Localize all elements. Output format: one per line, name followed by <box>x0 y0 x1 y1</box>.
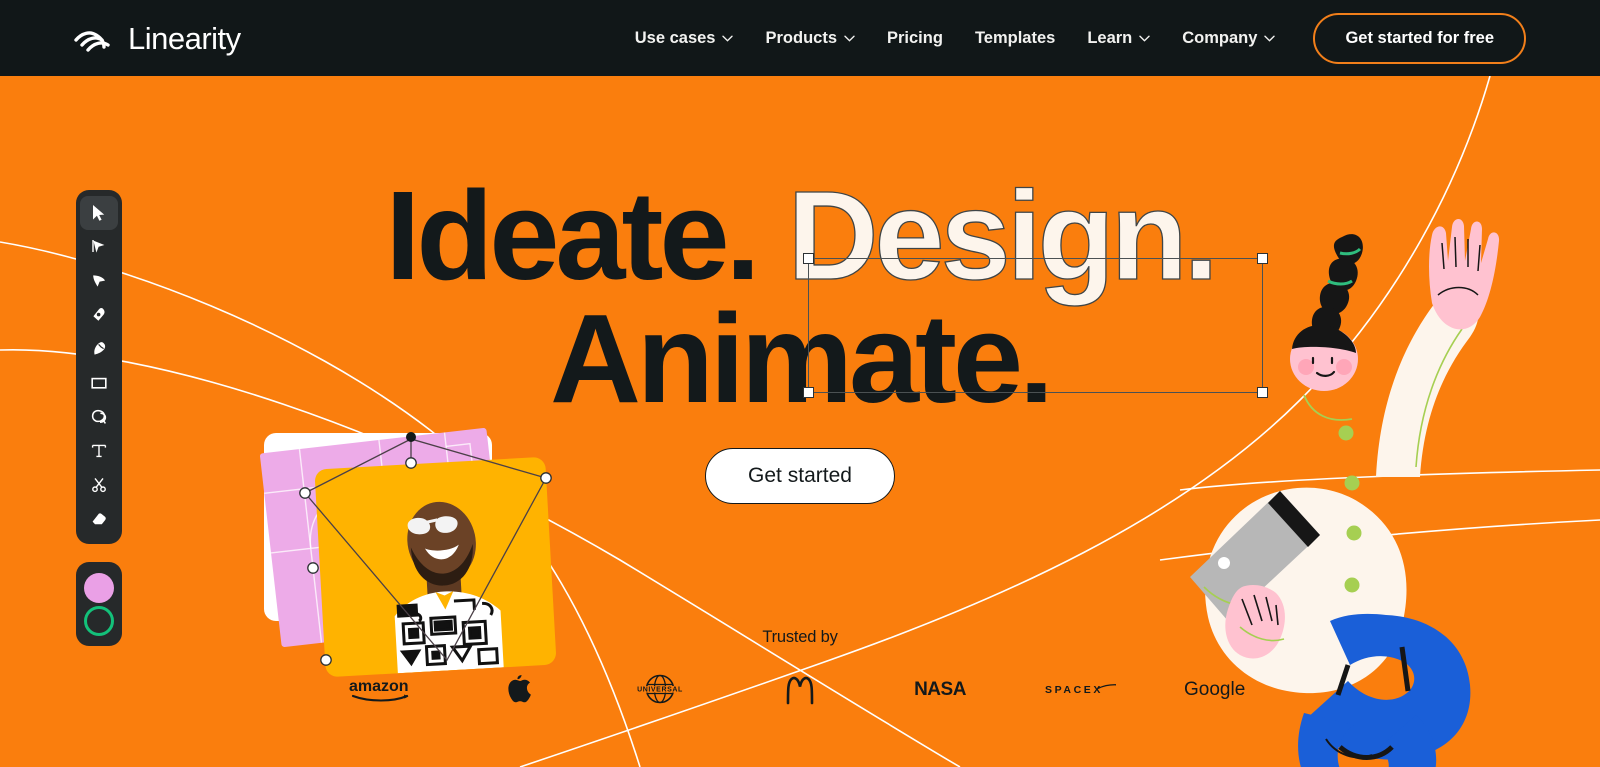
color-swatches <box>76 562 122 646</box>
headline-word-ideate: Ideate. <box>385 165 760 306</box>
stroke-color-swatch[interactable] <box>84 605 114 636</box>
pencil-icon <box>94 342 106 355</box>
page-root: Linearity Use cases Products Pricing Tem… <box>0 0 1600 767</box>
nav-links: Use cases Products Pricing Templates Lea… <box>619 21 1292 56</box>
logo-spacex: SPACEX <box>1010 669 1150 709</box>
eraser-tool[interactable] <box>80 502 118 536</box>
nav-item-label: Learn <box>1087 28 1133 47</box>
pen-tool[interactable] <box>80 298 118 332</box>
nav-item-templates[interactable]: Templates <box>959 21 1071 56</box>
nav-item-label: Products <box>765 28 837 47</box>
node-arrow-icon <box>92 240 105 253</box>
pencil-tool[interactable] <box>80 332 118 366</box>
nav-item-company[interactable]: Company <box>1166 21 1291 56</box>
person-with-tablet-illustration <box>1190 218 1500 767</box>
brand-logo[interactable]: Linearity <box>74 23 241 54</box>
nasa-worm-logo-icon: NASA <box>914 679 967 700</box>
eraser-icon <box>92 513 106 525</box>
chevron-down-icon <box>844 35 855 42</box>
fill-color-swatch[interactable] <box>84 572 114 603</box>
get-started-for-free-button[interactable]: Get started for free <box>1313 12 1526 64</box>
svg-text:SPACEX: SPACEX <box>1045 684 1103 696</box>
svg-text:NASA: NASA <box>914 679 967 700</box>
pen-nib-icon <box>93 308 105 321</box>
chevron-down-icon <box>722 35 734 42</box>
top-navigation-bar: Linearity Use cases Products Pricing Tem… <box>0 0 1600 76</box>
node-tool[interactable] <box>80 230 118 264</box>
nav-item-learn[interactable]: Learn <box>1071 21 1166 56</box>
rectangle-tool[interactable] <box>80 366 118 400</box>
vector-brush-icon <box>93 275 105 287</box>
nav-item-label: Use cases <box>634 28 716 47</box>
nav-item-label: Pricing <box>887 28 943 47</box>
scissors-tool[interactable] <box>80 468 118 502</box>
canvas-card-stack <box>250 420 580 690</box>
shape-blob-icon <box>91 409 107 424</box>
chevron-down-icon <box>1139 35 1150 42</box>
rectangle-icon <box>91 377 107 389</box>
mcdonalds-arches-icon <box>786 676 814 705</box>
vector-brush-tool[interactable] <box>80 264 118 298</box>
nav-item-pricing[interactable]: Pricing <box>871 21 959 56</box>
headline-word-design: Design. <box>787 165 1219 306</box>
nav-item-label: Company <box>1182 28 1258 47</box>
hero-get-started-button[interactable]: Get started <box>705 448 895 504</box>
yellow-photo-card[interactable] <box>314 456 557 678</box>
logo-mcdonalds <box>730 669 870 709</box>
shape-tool[interactable] <box>80 400 118 434</box>
brand-name: Linearity <box>128 20 241 56</box>
scissors-icon <box>92 477 106 493</box>
editor-toolbar <box>76 190 122 544</box>
text-tool[interactable] <box>80 434 118 468</box>
logo-universal: UNIVERSAL <box>590 669 730 709</box>
universal-logo-icon: UNIVERSAL <box>637 674 683 704</box>
person-photo <box>394 501 504 674</box>
logo-nasa: NASA <box>870 669 1010 709</box>
nav-item-products[interactable]: Products <box>749 21 871 56</box>
svg-text:UNIVERSAL: UNIVERSAL <box>637 686 683 693</box>
select-tool[interactable] <box>80 196 118 230</box>
nav-item-use-cases[interactable]: Use cases <box>619 21 750 56</box>
chevron-down-icon <box>1264 35 1276 42</box>
linearity-swoosh-icon <box>74 31 110 52</box>
cursor-arrow-icon <box>93 205 105 221</box>
nav-item-label: Templates <box>974 28 1056 47</box>
spacex-logo-icon: SPACEX <box>1045 684 1117 696</box>
text-t-icon <box>91 444 107 458</box>
